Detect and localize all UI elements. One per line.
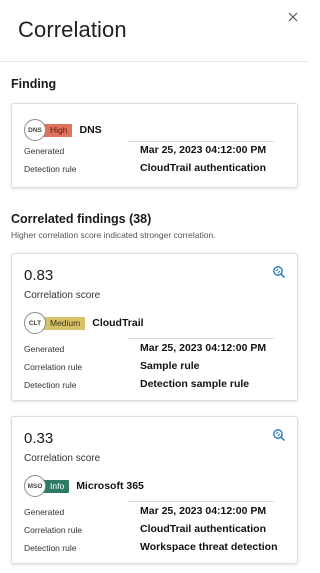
investigate-icon[interactable] [272, 265, 286, 279]
correlated-section-subtitle: Higher correlation score indicated stron… [11, 230, 216, 240]
correlated-entity: MSO Info Microsoft 365 [24, 475, 144, 497]
detail-row: Detection rule Detection sample rule [24, 378, 286, 393]
correlation-flyout: Correlation Finding DNS High DNS Generat… [0, 0, 309, 573]
correlation-score-value: 0.83 [24, 267, 54, 284]
finding-section-title: Finding [11, 77, 57, 91]
finding-entity: DNS High DNS [24, 119, 102, 141]
divider [128, 501, 274, 502]
divider [128, 141, 274, 142]
flyout-title: Correlation [18, 17, 127, 42]
entity-avatar: MSO [24, 475, 46, 497]
detail-label: Correlation rule [24, 362, 83, 372]
detail-row: Generated Mar 25, 2023 04:12:00 PM [24, 144, 286, 159]
correlation-score-label: Correlation score [24, 290, 101, 301]
entity-name: CloudTrail [92, 317, 144, 329]
severity-badge: High [43, 123, 73, 137]
detail-row: Correlation rule Sample rule [24, 360, 286, 375]
entity-name: Microsoft 365 [76, 480, 144, 492]
detail-row: Correlation rule CloudTrail authenticati… [24, 523, 286, 538]
severity-badge: Medium [43, 316, 86, 330]
divider [128, 338, 274, 339]
entity-avatar: CLT [24, 312, 46, 334]
correlated-finding-card: 0.33 Correlation score MSO Info Microsof… [11, 416, 298, 564]
close-button[interactable] [284, 8, 302, 26]
detail-label: Detection rule [24, 164, 77, 174]
correlated-finding-card: 0.83 Correlation score CLT Medium CloudT… [11, 253, 298, 401]
investigate-icon[interactable] [272, 428, 286, 442]
correlated-entity: CLT Medium CloudTrail [24, 312, 144, 334]
detail-value: CloudTrail authentication [140, 162, 267, 174]
entity-name: DNS [79, 124, 102, 136]
detail-value: Workspace threat detection [140, 541, 278, 553]
detail-value: CloudTrail authentication [140, 523, 267, 535]
detail-value: Mar 25, 2023 04:12:00 PM [140, 342, 267, 354]
detail-value: Mar 25, 2023 04:12:00 PM [140, 144, 267, 156]
detail-label: Detection rule [24, 543, 77, 553]
detail-value: Mar 25, 2023 04:12:00 PM [140, 505, 267, 517]
detail-label: Detection rule [24, 380, 77, 390]
flyout-header: Correlation [0, 0, 309, 62]
detail-label: Generated [24, 507, 65, 517]
severity-badge: Info [43, 479, 70, 493]
correlation-score-value: 0.33 [24, 430, 54, 447]
close-icon [288, 12, 298, 22]
detail-label: Generated [24, 344, 65, 354]
detail-row: Detection rule CloudTrail authentication [24, 162, 286, 177]
detail-value: Detection sample rule [140, 378, 250, 390]
detail-label: Correlation rule [24, 525, 83, 535]
detail-row: Generated Mar 25, 2023 04:12:00 PM [24, 342, 286, 357]
finding-card: DNS High DNS Generated Mar 25, 2023 04:1… [11, 103, 298, 188]
detail-label: Generated [24, 146, 65, 156]
detail-row: Detection rule Workspace threat detectio… [24, 541, 286, 556]
detail-value: Sample rule [140, 360, 200, 372]
detail-row: Generated Mar 25, 2023 04:12:00 PM [24, 505, 286, 520]
correlated-section-title: Correlated findings (38) [11, 212, 152, 226]
entity-avatar: DNS [24, 119, 46, 141]
correlation-score-label: Correlation score [24, 453, 101, 464]
